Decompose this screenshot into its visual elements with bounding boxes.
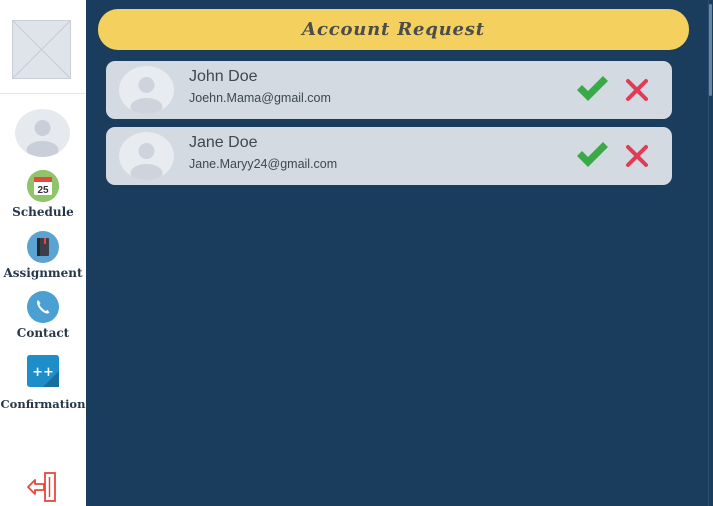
sidebar: 25 Schedule Assignment Contact ++ Confir… xyxy=(0,0,86,506)
user-avatar-icon xyxy=(119,66,174,114)
phone-icon xyxy=(27,291,59,323)
logout-icon[interactable] xyxy=(24,471,60,503)
sidebar-item-label: Confirmation xyxy=(0,397,86,411)
sidebar-item-label: Schedule xyxy=(12,205,74,219)
user-avatar-icon xyxy=(119,132,174,180)
request-card: John Doe Joehn.Mama@gmail.com xyxy=(106,61,672,119)
sidebar-item-confirmation[interactable]: ++ Confirmation xyxy=(0,355,86,411)
page-title: Account Request xyxy=(302,19,485,40)
user-avatar-icon[interactable] xyxy=(15,109,70,157)
sidebar-item-schedule[interactable]: 25 Schedule xyxy=(0,170,86,219)
scrollbar-thumb[interactable] xyxy=(709,4,712,96)
sidebar-item-contact[interactable]: Contact xyxy=(0,291,86,340)
sidebar-item-assignment[interactable]: Assignment xyxy=(0,231,86,280)
approve-button[interactable] xyxy=(574,139,610,171)
notebook-icon xyxy=(27,231,59,263)
check-icon xyxy=(577,76,608,101)
plus-plus-icon: ++ xyxy=(27,355,59,387)
request-name: Jane Doe xyxy=(189,134,258,151)
sidebar-item-label: Assignment xyxy=(3,266,83,280)
close-icon xyxy=(626,145,648,167)
reject-button[interactable] xyxy=(624,77,650,103)
approve-button[interactable] xyxy=(574,73,610,105)
request-email: Joehn.Mama@gmail.com xyxy=(189,91,331,105)
svg-text:++: ++ xyxy=(32,365,54,380)
image-placeholder-icon xyxy=(12,20,71,79)
close-icon xyxy=(626,79,648,101)
request-card: Jane Doe Jane.Maryy24@gmail.com xyxy=(106,127,672,185)
calendar-icon: 25 xyxy=(27,170,59,202)
sidebar-divider xyxy=(0,93,86,94)
sidebar-item-label: Contact xyxy=(16,326,70,340)
request-email: Jane.Maryy24@gmail.com xyxy=(189,157,338,171)
svg-text:25: 25 xyxy=(37,185,49,196)
page-header: Account Request xyxy=(98,9,689,50)
reject-button[interactable] xyxy=(624,143,650,169)
request-name: John Doe xyxy=(189,68,258,85)
check-icon xyxy=(577,142,608,167)
